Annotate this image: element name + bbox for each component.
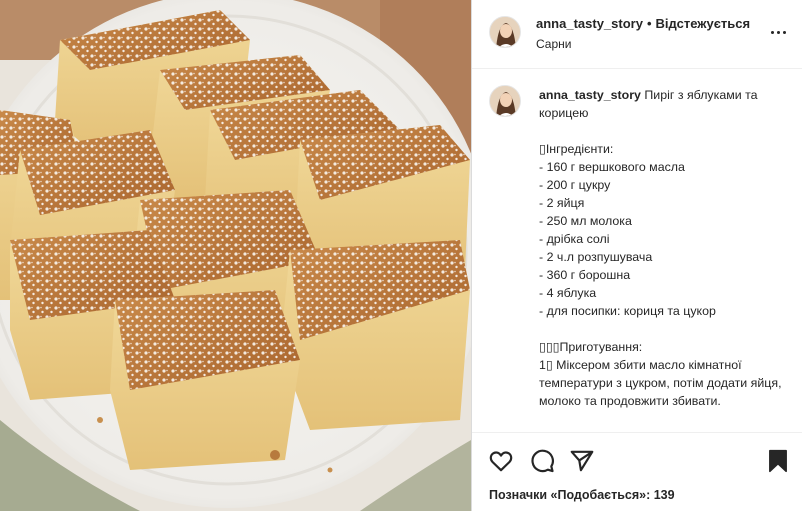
caption-line: - для посипки: кориця та цукор [539, 304, 716, 318]
post-sidebar: anna_tasty_story • Відстежується Сарни ann… [471, 0, 802, 511]
caption-username-link[interactable]: anna_tasty_story [539, 88, 641, 102]
like-button[interactable] [488, 448, 514, 474]
comment-button[interactable] [529, 448, 555, 474]
dot-icon [782, 30, 786, 34]
caption-area: anna_tasty_story Пиріг з яблуками та кор… [472, 70, 802, 432]
paper-plane-icon [570, 450, 594, 472]
avatar[interactable] [489, 85, 521, 117]
location-link[interactable]: Сарни [536, 37, 571, 51]
post-header: anna_tasty_story • Відстежується Сарни [472, 0, 802, 69]
share-button[interactable] [569, 448, 595, 474]
dot-icon [770, 30, 774, 34]
caption-line: ▯Інгредієнти: [539, 142, 614, 156]
header-user-line: anna_tasty_story • Відстежується [536, 16, 750, 31]
caption-line [539, 122, 789, 140]
caption-line: 1▯ Міксером збити масло кімнатної темпер… [539, 358, 782, 408]
user-avatar-icon [490, 17, 520, 47]
caption-line: - 2 ч.л розпушувача [539, 250, 653, 264]
dot-icon [776, 30, 780, 34]
caption-line: - 4 яблука [539, 286, 597, 300]
avatar[interactable] [489, 16, 521, 48]
post-actions: Позначки «Подобається»: 139 [472, 432, 802, 511]
likes-count[interactable]: Позначки «Подобається»: 139 [489, 488, 675, 502]
apple-pie-photo [0, 0, 471, 511]
bookmark-icon [769, 449, 787, 473]
following-button[interactable]: Відстежується [656, 16, 751, 31]
caption-text: anna_tasty_story Пиріг з яблуками та кор… [539, 86, 789, 410]
comment-icon [531, 449, 554, 473]
caption-line: - 360 г борошна [539, 268, 631, 282]
post-photo[interactable] [0, 0, 471, 511]
separator-dot: • [646, 16, 652, 31]
username-link[interactable]: anna_tasty_story [536, 16, 643, 31]
caption-line [539, 320, 789, 338]
save-button[interactable] [765, 448, 791, 474]
caption-line: - 250 мл молока [539, 214, 632, 228]
caption-line: - 2 яйця [539, 196, 585, 210]
caption-line: ▯▯▯Приготування: [539, 340, 643, 354]
heart-icon [489, 451, 513, 472]
more-options-button[interactable] [767, 21, 789, 43]
caption-first-line: anna_tasty_story Пиріг з яблуками та кор… [539, 86, 789, 122]
caption-line: - 160 г вершкового масла [539, 160, 685, 174]
user-avatar-icon [490, 86, 520, 116]
caption-line: - дрібка солі [539, 232, 610, 246]
caption-line: - 200 г цукру [539, 178, 611, 192]
